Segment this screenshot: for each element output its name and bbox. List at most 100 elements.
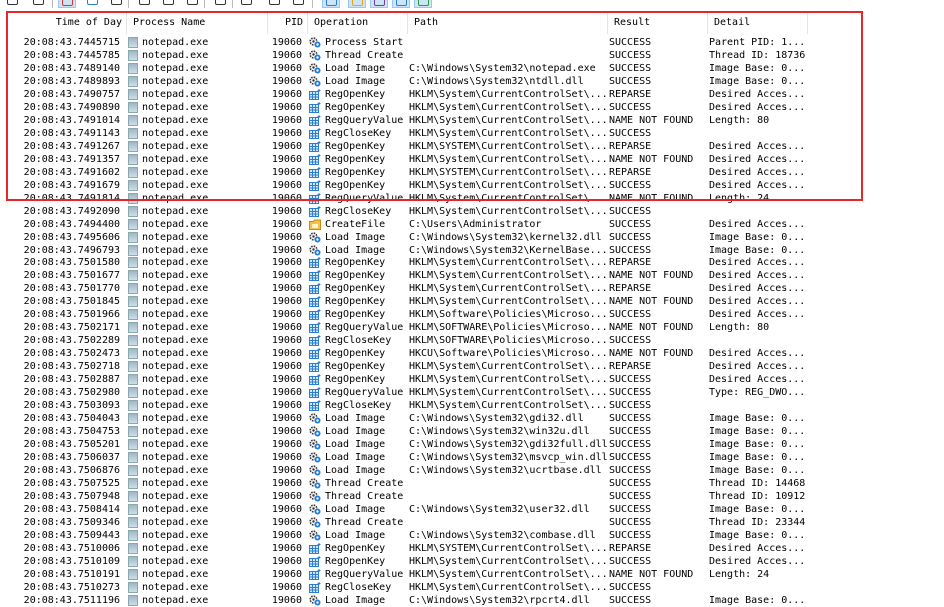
table-row[interactable]: 20:08:43.7510006 notepad.exe 19060 RegOpenK… [0, 542, 944, 555]
registry-icon [309, 192, 321, 204]
capture-button[interactable] [58, 0, 76, 8]
detail-cell: Desired Acces... [709, 348, 806, 360]
table-row[interactable]: 20:08:43.7494400 notepad.exe 19060 CreateFi… [0, 218, 944, 231]
jump-to-button[interactable] [290, 0, 308, 8]
table-row[interactable]: 20:08:43.7502171 notepad.exe 19060 RegQuery… [0, 321, 944, 334]
show-process-button[interactable] [392, 0, 410, 8]
table-row[interactable]: 20:08:43.7502473 notepad.exe 19060 RegOpenK… [0, 347, 944, 360]
table-row[interactable]: 20:08:43.7489140 notepad.exe 19060 Load Ima… [0, 62, 944, 75]
highlight-button[interactable] [160, 0, 178, 8]
column-header-detail[interactable]: Detail [708, 12, 808, 34]
table-row[interactable]: 20:08:43.7491267 notepad.exe 19060 RegOpenK… [0, 140, 944, 153]
show-filesystem-button[interactable] [348, 0, 366, 8]
show-registry-button[interactable] [322, 0, 340, 8]
table-row[interactable]: 20:08:43.7490757 notepad.exe 19060 RegOpenK… [0, 88, 944, 101]
result-cell: REPARSE [609, 88, 652, 100]
process-name-cell: notepad.exe [142, 452, 209, 464]
table-row[interactable]: 20:08:43.7489893 notepad.exe 19060 Load Ima… [0, 75, 944, 88]
table-row[interactable]: 20:08:43.7505201 notepad.exe 19060 Load Ima… [0, 438, 944, 451]
process-tree-button[interactable] [212, 0, 230, 8]
column-header-pid[interactable]: PID [268, 12, 308, 34]
table-row[interactable]: 20:08:43.7510273 notepad.exe 19060 RegClose… [0, 581, 944, 594]
operation-cell: RegQueryValue [325, 114, 404, 126]
operation-cell: Load Image [325, 244, 386, 256]
table-row[interactable]: 20:08:43.7501677 notepad.exe 19060 RegOpenK… [0, 269, 944, 282]
time-cell: 20:08:43.7490757 [23, 88, 120, 100]
column-header-time[interactable]: Time of Day [0, 12, 127, 34]
table-row[interactable]: 20:08:43.7510191 notepad.exe 19060 RegQuery… [0, 568, 944, 581]
table-row[interactable]: 20:08:43.7490890 notepad.exe 19060 RegOpenK… [0, 101, 944, 114]
table-row[interactable]: 20:08:43.7501845 notepad.exe 19060 RegOpenK… [0, 295, 944, 308]
autoscroll-button[interactable] [84, 0, 102, 8]
table-row[interactable]: 20:08:43.7445785 notepad.exe 19060 Thread C… [0, 49, 944, 62]
table-row[interactable]: 20:08:43.7510109 notepad.exe 19060 RegOpenK… [0, 555, 944, 568]
clear-button[interactable] [108, 0, 126, 8]
table-row[interactable]: 20:08:43.7491014 notepad.exe 19060 RegQuery… [0, 114, 944, 127]
table-row[interactable]: 20:08:43.7501770 notepad.exe 19060 RegOpenK… [0, 282, 944, 295]
show-profiling-button[interactable] [414, 0, 432, 8]
path-cell: C:\Windows\System32\gdi32full.dll [409, 439, 608, 451]
table-row[interactable]: 20:08:43.7491602 notepad.exe 19060 RegOpenK… [0, 166, 944, 179]
operation-cell: RegOpenKey [325, 179, 386, 191]
process-icon [128, 335, 138, 347]
path-cell: HKLM\System\CurrentControlSet\... [409, 283, 608, 295]
process-icon [128, 542, 138, 554]
time-cell: 20:08:43.7502887 [23, 374, 120, 386]
table-row[interactable]: 20:08:43.7501966 notepad.exe 19060 RegOpenK… [0, 308, 944, 321]
table-row[interactable]: 20:08:43.7509443 notepad.exe 19060 Load Ima… [0, 529, 944, 542]
result-cell: SUCCESS [609, 75, 652, 87]
table-row[interactable]: 20:08:43.7491814 notepad.exe 19060 RegQuery… [0, 192, 944, 205]
detail-cell: Desired Acces... [709, 283, 806, 295]
table-row[interactable]: 20:08:43.7502289 notepad.exe 19060 RegClose… [0, 334, 944, 347]
process-icon [128, 426, 138, 438]
detail-cell: Desired Acces... [709, 101, 806, 113]
column-header-process-name[interactable]: Process Name [127, 12, 268, 34]
table-row[interactable]: 20:08:43.7496793 notepad.exe 19060 Load Ima… [0, 244, 944, 257]
operation-cell: Load Image [325, 465, 386, 476]
table-row[interactable]: 20:08:43.7507525 notepad.exe 19060 Thread C… [0, 477, 944, 490]
table-row[interactable]: 20:08:43.7503093 notepad.exe 19060 RegClose… [0, 399, 944, 412]
operation-cell: RegOpenKey [325, 88, 386, 100]
registry-icon [309, 257, 321, 269]
table-row[interactable]: 20:08:43.7507948 notepad.exe 19060 Thread C… [0, 490, 944, 503]
operation-cell: RegOpenKey [325, 361, 386, 373]
save-button[interactable] [30, 0, 48, 8]
process-name-cell: notepad.exe [142, 413, 209, 425]
table-row[interactable]: 20:08:43.7445715 notepad.exe 19060 Process … [0, 36, 944, 49]
search-button[interactable] [266, 0, 284, 8]
table-row[interactable]: 20:08:43.7495606 notepad.exe 19060 Load Ima… [0, 231, 944, 244]
column-header-path[interactable]: Path [408, 12, 608, 34]
operation-cell: Load Image [325, 503, 386, 515]
table-row[interactable]: 20:08:43.7502718 notepad.exe 19060 RegOpenK… [0, 360, 944, 373]
path-cell: C:\Windows\System32\msvcp_win.dll [409, 452, 608, 464]
table-row[interactable]: 20:08:43.7509346 notepad.exe 19060 Thread C… [0, 516, 944, 529]
table-row[interactable]: 20:08:43.7491143 notepad.exe 19060 RegClose… [0, 127, 944, 140]
table-row[interactable]: 20:08:43.7504753 notepad.exe 19060 Load Ima… [0, 425, 944, 438]
include-process-button[interactable] [184, 0, 202, 8]
table-row[interactable]: 20:08:43.7502980 notepad.exe 19060 RegQuery… [0, 386, 944, 399]
time-cell: 20:08:43.7510273 [23, 581, 120, 593]
time-cell: 20:08:43.7509346 [23, 516, 120, 528]
filter-button[interactable] [136, 0, 154, 8]
table-row[interactable]: 20:08:43.7492090 notepad.exe 19060 RegClose… [0, 205, 944, 218]
pid-cell: 19060 [271, 127, 302, 139]
result-cell: REPARSE [609, 257, 652, 269]
path-cell: C:\Windows\System32\notepad.exe [409, 62, 596, 74]
table-row[interactable]: 20:08:43.7506876 notepad.exe 19060 Load Ima… [0, 464, 944, 477]
table-row[interactable]: 20:08:43.7502887 notepad.exe 19060 RegOpenK… [0, 373, 944, 386]
path-cell: C:\Users\Administrator [409, 218, 542, 230]
find-button[interactable] [238, 0, 256, 8]
table-row[interactable]: 20:08:43.7501580 notepad.exe 19060 RegOpenK… [0, 256, 944, 269]
table-row[interactable]: 20:08:43.7491357 notepad.exe 19060 RegOpenK… [0, 153, 944, 166]
table-row[interactable]: 20:08:43.7491679 notepad.exe 19060 RegOpenK… [0, 179, 944, 192]
column-header-result[interactable]: Result [608, 12, 708, 34]
table-row[interactable]: 20:08:43.7508414 notepad.exe 19060 Load Ima… [0, 503, 944, 516]
table-row[interactable]: 20:08:43.7504043 notepad.exe 19060 Load Ima… [0, 412, 944, 425]
operation-cell: Load Image [325, 413, 386, 425]
open-button[interactable] [4, 0, 22, 8]
process-name-cell: notepad.exe [142, 37, 209, 48]
show-network-button[interactable] [370, 0, 388, 8]
column-header-operation[interactable]: Operation [308, 12, 408, 34]
table-row[interactable]: 20:08:43.7506037 notepad.exe 19060 Load Ima… [0, 451, 944, 464]
process-gear-icon [309, 439, 321, 450]
